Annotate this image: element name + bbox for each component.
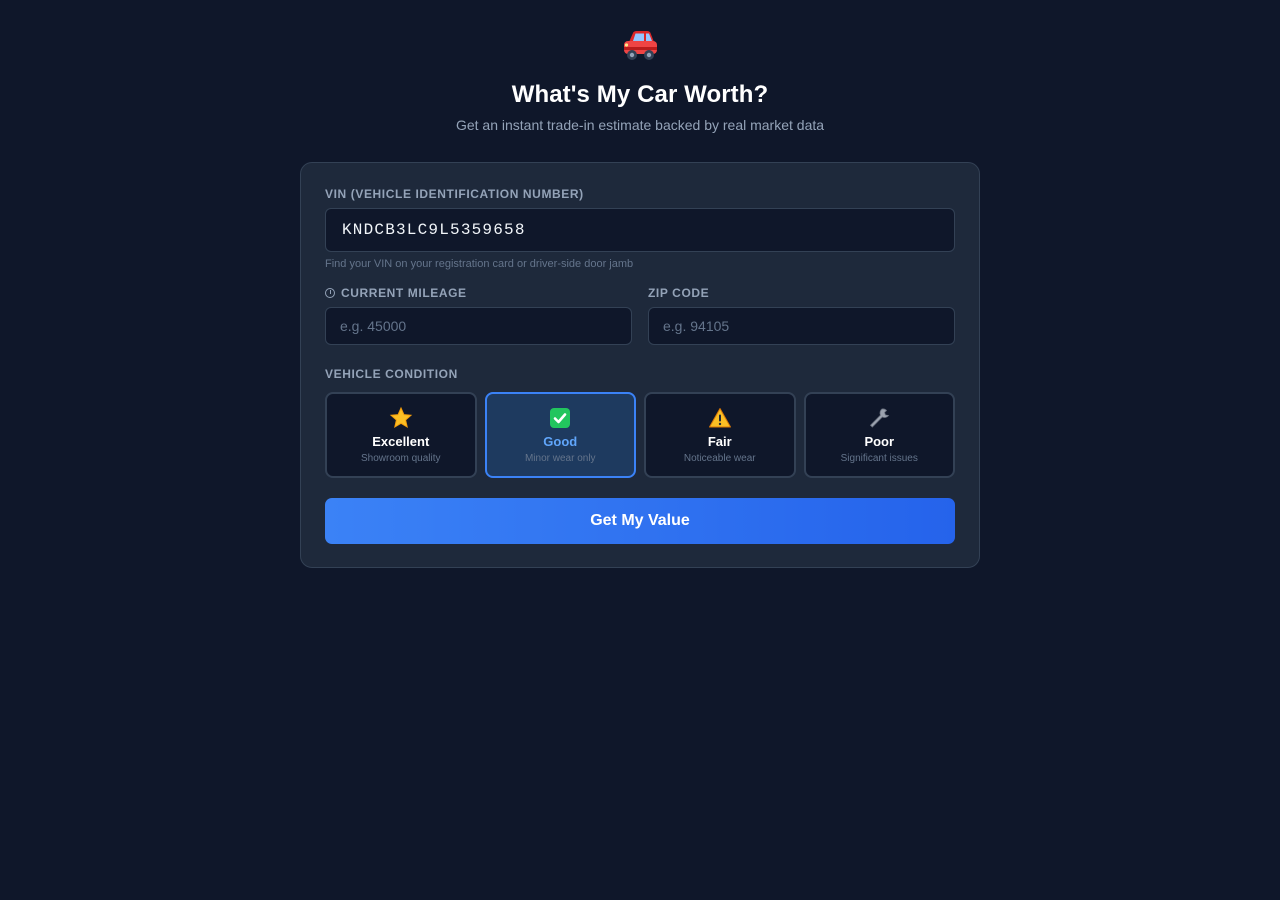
condition-name: Good xyxy=(543,434,578,449)
get-value-button[interactable]: Get My Value xyxy=(325,498,955,544)
car-icon xyxy=(620,28,660,64)
condition-option-good[interactable]: Good Minor wear only xyxy=(484,392,636,478)
vin-hint: Find your VIN on your registration card … xyxy=(325,258,634,270)
condition-label: Vehicle Condition xyxy=(325,367,458,381)
condition-name: Excellent xyxy=(372,434,430,449)
star-icon xyxy=(327,406,475,430)
condition-desc: Showroom quality xyxy=(361,453,441,464)
condition-desc: Noticeable wear xyxy=(683,453,756,464)
vin-input[interactable] xyxy=(325,208,955,252)
zip-input[interactable] xyxy=(648,307,955,345)
mileage-field-group: Current Mileage xyxy=(325,286,632,345)
condition-desc: Significant issues xyxy=(840,453,918,464)
mileage-label: Current Mileage xyxy=(341,286,467,300)
condition-name: Fair xyxy=(707,434,732,449)
condition-option-fair[interactable]: Fair Noticeable wear xyxy=(644,392,796,478)
page-title: What's My Car Worth? xyxy=(511,81,769,108)
wrench-icon xyxy=(806,406,954,430)
zip-field-group: ZIP Code xyxy=(648,286,955,345)
mileage-label-wrap: Current Mileage xyxy=(325,286,632,300)
condition-desc: Minor wear only xyxy=(524,453,596,464)
mileage-zip-row: Current Mileage ZIP Code xyxy=(325,286,955,345)
page-header: What's My Car Worth? Get an instant trad… xyxy=(0,0,1280,133)
condition-option-poor[interactable]: Poor Significant issues xyxy=(803,392,955,478)
page-subtitle: Get an instant trade-in estimate backed … xyxy=(455,117,825,133)
condition-name: Poor xyxy=(864,434,895,449)
zip-label: ZIP Code xyxy=(648,286,710,300)
check-icon xyxy=(487,406,635,430)
gauge-icon xyxy=(325,288,335,298)
condition-options: Excellent Showroom quality Good Minor we… xyxy=(325,392,955,478)
valuation-form-card: VIN (Vehicle Identification Number) Find… xyxy=(300,162,980,568)
mileage-input[interactable] xyxy=(325,307,632,345)
vin-label: VIN (Vehicle Identification Number) xyxy=(325,187,584,201)
warning-icon xyxy=(646,406,794,430)
condition-option-excellent[interactable]: Excellent Showroom quality xyxy=(325,392,477,478)
